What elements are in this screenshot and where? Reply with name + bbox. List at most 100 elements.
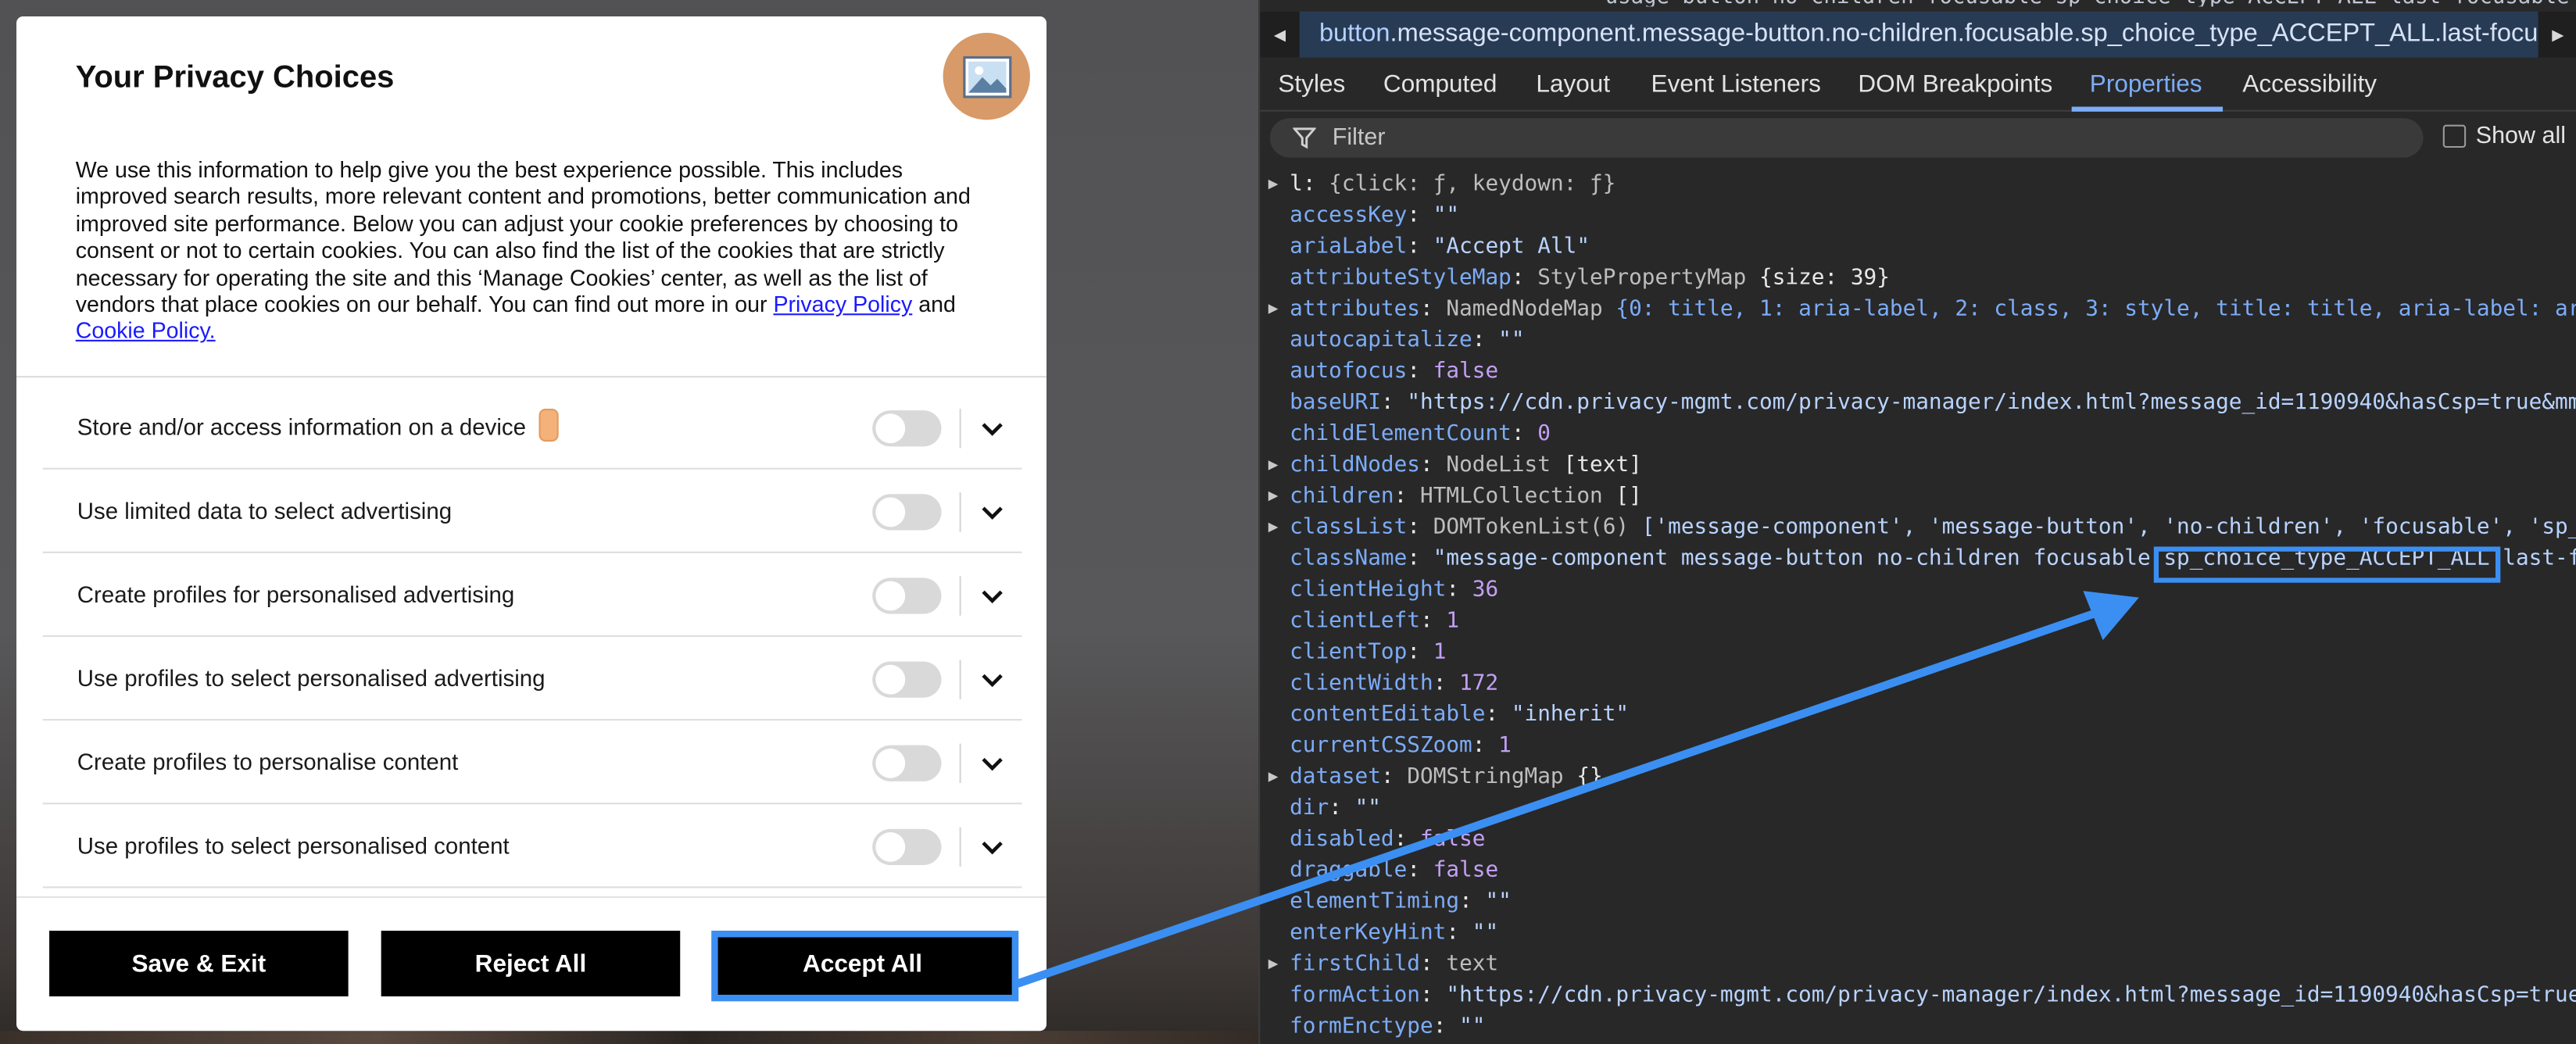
prop-row[interactable]: accessKey: "" bbox=[1260, 200, 2576, 231]
prop-row[interactable]: contentEditable: "inherit" bbox=[1260, 699, 2576, 731]
prop-row[interactable]: clientWidth: 172 bbox=[1260, 668, 2576, 699]
prop-row[interactable]: autofocus: false bbox=[1260, 356, 2576, 388]
prop-row[interactable]: childElementCount: 0 bbox=[1260, 419, 2576, 450]
accept-all-button[interactable]: Accept All bbox=[713, 931, 1012, 997]
prop-value: 1 bbox=[1433, 640, 1447, 665]
devtools-cutoff-text: usage-button no-children focusable sp_ch… bbox=[1260, 0, 2576, 6]
expand-triangle-icon[interactable]: ▶ bbox=[1268, 512, 1279, 543]
info-pill-icon[interactable] bbox=[538, 409, 560, 442]
privacy-policy-link[interactable]: Privacy Policy bbox=[773, 292, 912, 317]
prop-row[interactable]: formEnctype: "" bbox=[1260, 1011, 2576, 1042]
prop-row[interactable]: dir: "" bbox=[1260, 793, 2576, 824]
prop-row[interactable]: ▶ children: HTMLCollection [] bbox=[1260, 481, 2576, 512]
prop-row[interactable]: enterKeyHint: "" bbox=[1260, 917, 2576, 949]
prop-row[interactable]: baseURI: "https://cdn.privacy-mgmt.com/p… bbox=[1260, 388, 2576, 419]
prop-value: false bbox=[1433, 359, 1499, 384]
filter-input[interactable]: Filter bbox=[1269, 118, 2424, 158]
prop-row[interactable]: autocapitalize: "" bbox=[1260, 325, 2576, 356]
prop-key: className bbox=[1290, 546, 1408, 572]
prop-value: "inherit" bbox=[1511, 703, 1630, 728]
prop-row[interactable]: elementTiming: "" bbox=[1260, 886, 2576, 917]
purpose-row-use-ad-profiles: Use profiles to select personalised adve… bbox=[42, 637, 1022, 721]
prop-row[interactable]: disabled: false bbox=[1260, 824, 2576, 856]
purpose-toggle[interactable] bbox=[872, 410, 942, 447]
prop-key: elementTiming bbox=[1290, 889, 1460, 915]
tab-styles[interactable]: Styles bbox=[1278, 70, 1345, 98]
purpose-toggle[interactable] bbox=[872, 661, 942, 698]
prop-row[interactable]: ▶ classList: DOMTokenList(6) ['message-co… bbox=[1260, 512, 2576, 543]
purpose-toggle[interactable] bbox=[872, 745, 942, 781]
prop-row[interactable]: ▶ childNodes: NodeList [text] bbox=[1260, 450, 2576, 481]
save-exit-button[interactable]: Save & Exit bbox=[49, 931, 349, 997]
purpose-label: Use profiles to select personalised adve… bbox=[77, 664, 546, 692]
chevron-down-icon[interactable] bbox=[978, 497, 1007, 527]
chevron-down-icon[interactable] bbox=[978, 665, 1007, 695]
prop-row[interactable]: clientLeft: 1 bbox=[1260, 606, 2576, 637]
expand-triangle-icon[interactable]: ▶ bbox=[1268, 949, 1279, 980]
expand-triangle-icon[interactable]: ▶ bbox=[1268, 481, 1279, 512]
prop-value: 1 bbox=[1446, 609, 1460, 634]
element-breadcrumb: ◀ button.message-component.message-butto… bbox=[1260, 11, 2576, 58]
tab-properties[interactable]: Properties bbox=[2090, 70, 2202, 98]
prop-key: clientHeight bbox=[1290, 577, 1447, 602]
devtools-panel: usage-button no-children focusable sp_ch… bbox=[1258, 0, 2576, 1044]
expand-triangle-icon[interactable]: ▶ bbox=[1268, 450, 1279, 481]
prop-type: DOMStringMap bbox=[1407, 764, 1564, 790]
tab-computed[interactable]: Computed bbox=[1383, 70, 1497, 98]
prop-key: disabled bbox=[1290, 827, 1394, 853]
prop-row-classname[interactable]: className: "message-component message-bu… bbox=[1260, 543, 2576, 574]
prop-key: classList bbox=[1290, 515, 1408, 541]
prop-key: dir bbox=[1290, 796, 1329, 821]
prop-row[interactable]: draggable: false bbox=[1260, 855, 2576, 886]
breadcrumb-right-arrow-icon[interactable]: ▶ bbox=[2538, 11, 2576, 58]
breadcrumb-left-arrow-icon[interactable]: ◀ bbox=[1260, 11, 1300, 58]
cookie-policy-link[interactable]: Cookie Policy. bbox=[76, 319, 216, 344]
prop-row[interactable]: attributeStyleMap: StylePropertyMap {siz… bbox=[1260, 263, 2576, 294]
prop-row[interactable]: ▶ l: {click: ƒ, keydown: ƒ} bbox=[1260, 169, 2576, 200]
tab-accessibility[interactable]: Accessibility bbox=[2242, 70, 2377, 98]
prop-row[interactable]: formAction: "https://cdn.privacy-mgmt.co… bbox=[1260, 980, 2576, 1011]
properties-list: ▶ l: {click: ƒ, keydown: ƒ} accessKey: ""… bbox=[1260, 169, 2576, 1042]
purpose-row-create-content-profiles: Create profiles to personalise content bbox=[42, 720, 1022, 805]
expand-triangle-icon[interactable]: ▶ bbox=[1268, 294, 1279, 325]
prop-row[interactable]: ▶ firstChild: text bbox=[1260, 949, 2576, 980]
prop-value: {click: ƒ, keydown: ƒ} bbox=[1329, 172, 1616, 198]
prop-row[interactable]: ▶ dataset: DOMStringMap {} bbox=[1260, 762, 2576, 793]
prop-key: children bbox=[1290, 484, 1394, 509]
chevron-down-icon[interactable] bbox=[978, 749, 1007, 778]
breadcrumb-tag: button bbox=[1318, 20, 1390, 48]
prop-row[interactable]: clientTop: 1 bbox=[1260, 637, 2576, 668]
breadcrumb-selector[interactable]: button.message-component.message-button.… bbox=[1319, 20, 2576, 49]
chevron-down-icon[interactable] bbox=[978, 832, 1007, 862]
prop-value: "" bbox=[1433, 203, 1460, 228]
purpose-list: Store and/or access information on a dev… bbox=[42, 386, 1022, 888]
prop-key: accessKey bbox=[1290, 203, 1408, 228]
prop-row[interactable]: currentCSSZoom: 1 bbox=[1260, 731, 2576, 762]
tab-layout[interactable]: Layout bbox=[1536, 70, 1610, 98]
active-tab-indicator bbox=[2071, 106, 2224, 112]
chevron-down-icon[interactable] bbox=[978, 413, 1007, 443]
expand-triangle-icon[interactable]: ▶ bbox=[1268, 762, 1279, 793]
screenshot-stage: Your Privacy Choices We use this informa… bbox=[0, 0, 2576, 1044]
chevron-down-icon[interactable] bbox=[978, 581, 1007, 611]
expand-triangle-icon[interactable]: ▶ bbox=[1268, 169, 1279, 200]
prop-key: clientTop bbox=[1290, 640, 1408, 665]
show-all-checkbox[interactable] bbox=[2442, 124, 2467, 148]
prop-type: DOMTokenList(6) bbox=[1433, 515, 1630, 541]
purpose-toggle[interactable] bbox=[872, 828, 942, 866]
tab-event-listeners[interactable]: Event Listeners bbox=[1651, 70, 1821, 98]
purpose-toggle[interactable] bbox=[872, 494, 942, 531]
button-area-divider bbox=[16, 896, 1047, 899]
prop-key: clientLeft bbox=[1290, 609, 1421, 634]
reject-all-button[interactable]: Reject All bbox=[381, 931, 681, 997]
prop-value: [text] bbox=[1563, 452, 1642, 478]
purpose-toggle[interactable] bbox=[872, 577, 942, 614]
row-divider bbox=[959, 660, 961, 699]
show-all-label: Show all bbox=[2475, 123, 2566, 150]
prop-row[interactable]: clientHeight: 36 bbox=[1260, 574, 2576, 606]
prop-row[interactable]: ariaLabel: "Accept All" bbox=[1260, 231, 2576, 263]
tab-dom-breakpoints[interactable]: DOM Breakpoints bbox=[1858, 70, 2052, 98]
prop-value: ['message-component', 'message-button', … bbox=[1641, 515, 2576, 541]
prop-row[interactable]: ▶ attributes: NamedNodeMap {0: title, 1: … bbox=[1260, 294, 2576, 325]
prop-value: "message-component message-button no-chi… bbox=[1433, 546, 2164, 572]
